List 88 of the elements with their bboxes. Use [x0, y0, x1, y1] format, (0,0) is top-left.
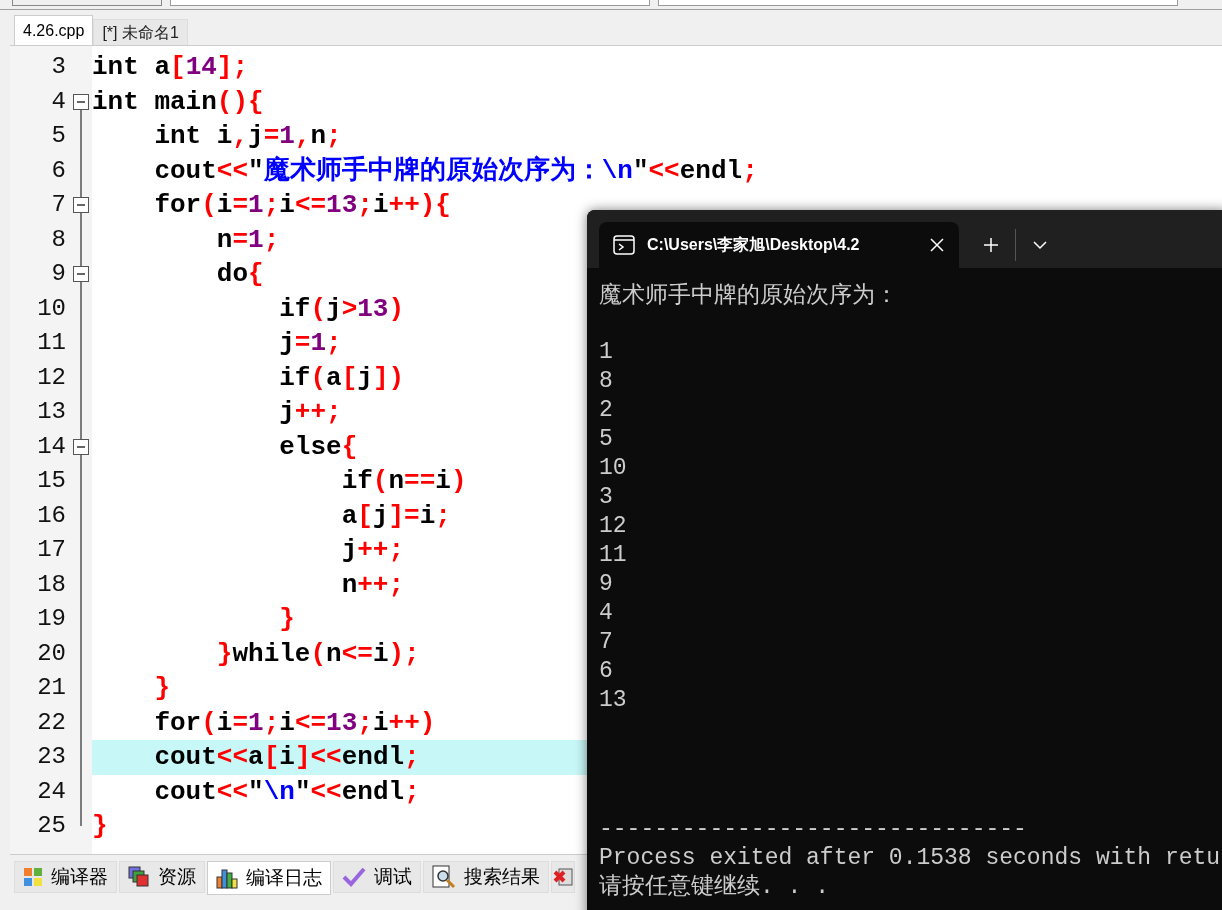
console-output-line: 13 — [599, 686, 628, 715]
fold-toggle-icon[interactable] — [73, 438, 89, 455]
line-number: 10 — [36, 293, 66, 324]
console-output-line: 1 — [599, 338, 614, 367]
code-line: cout<<"\n"<<endl; — [153, 778, 420, 805]
console-output-line: 4 — [599, 599, 614, 628]
code-line: j++; — [278, 399, 342, 426]
console-output-line: 6 — [599, 657, 614, 686]
line-number: 16 — [36, 500, 66, 531]
chevron-down-icon[interactable] — [1032, 240, 1048, 250]
code-line: if(n==i) — [340, 468, 467, 495]
console-output-line: 魔术师手中牌的原始次序为： — [599, 280, 899, 309]
code-line: n++; — [340, 571, 405, 598]
line-number: 8 — [50, 224, 66, 255]
editor-tab[interactable]: 4.26.cpp — [14, 15, 94, 45]
line-number: 14 — [36, 431, 66, 462]
line-number: 23 — [36, 742, 66, 773]
toolbar-field[interactable] — [170, 0, 650, 6]
panel-tab[interactable]: 调试 — [333, 861, 421, 893]
code-line: j++; — [340, 537, 405, 564]
line-number: 11 — [36, 328, 66, 359]
code-line: } — [92, 813, 108, 840]
checkmark-icon — [342, 867, 366, 887]
error-list-icon — [553, 867, 573, 887]
console-output-line: 7 — [599, 628, 614, 657]
code-line: for(i=1;i<=13;i++){ — [153, 192, 451, 219]
code-line: } — [278, 606, 295, 633]
line-number: 21 — [36, 673, 66, 704]
code-line: j=1; — [278, 330, 342, 357]
line-number: 19 — [36, 604, 66, 635]
line-number: 17 — [36, 535, 66, 566]
console-output-line: 5 — [599, 425, 614, 454]
line-number: 25 — [36, 811, 66, 842]
fold-toggle-icon[interactable] — [73, 197, 89, 214]
code-line: int i,j=1,n; — [153, 123, 342, 150]
code-line: } — [153, 675, 171, 702]
code-line: for(i=1;i<=13;i++) — [153, 709, 436, 736]
console-output-line: 3 — [599, 483, 614, 512]
console-output-line: 11 — [599, 541, 628, 570]
code-line: cout<<a[i]<<endl; — [153, 744, 420, 771]
console-output-line: 9 — [599, 570, 614, 599]
console-tab[interactable]: C:\Users\李家旭\Desktop\4.2 — [599, 222, 959, 268]
line-number: 9 — [50, 259, 66, 290]
line-number: 24 — [36, 776, 66, 807]
plus-icon[interactable] — [983, 237, 999, 253]
code-line: int main(){ — [92, 88, 264, 115]
code-line: else{ — [278, 433, 358, 460]
console-output-line: 请按任意键继续. . . — [599, 873, 830, 902]
line-number: 20 — [36, 638, 66, 669]
line-number: 6 — [50, 155, 66, 186]
close-icon[interactable] — [929, 237, 945, 253]
line-number: 15 — [36, 466, 66, 497]
line-number: 13 — [36, 397, 66, 428]
code-line: n=1; — [215, 226, 280, 253]
fold-toggle-icon[interactable] — [73, 93, 89, 110]
search-icon — [432, 865, 456, 889]
line-number: 7 — [50, 190, 66, 221]
terminal-icon — [613, 235, 635, 255]
console-output-line: 8 — [599, 367, 614, 396]
panel-tab[interactable] — [551, 861, 575, 893]
line-number: 12 — [36, 362, 66, 393]
panel-tab[interactable]: 搜索结果 — [423, 861, 549, 893]
code-line: if(j>13) — [278, 295, 405, 322]
code-line: }while(n<=i); — [215, 640, 420, 667]
console-output-line: 2 — [599, 396, 614, 425]
console-separator: ------------------------------- — [599, 815, 1028, 844]
fold-toggle-icon[interactable] — [73, 266, 89, 283]
line-number: 3 — [50, 52, 66, 83]
code-line: cout<<"魔术师手中牌的原始次序为：\n"<<endl; — [153, 157, 758, 184]
panel-tab[interactable]: 资源 — [119, 861, 205, 893]
code-line: a[j]=i; — [340, 502, 451, 529]
code-line: int a[14]; — [92, 54, 249, 81]
bar-chart-icon — [216, 867, 238, 889]
editor-tab[interactable]: [*] 未命名1 — [93, 19, 188, 45]
panel-tab[interactable]: 编译日志 — [207, 861, 331, 895]
line-number: 5 — [50, 121, 66, 152]
code-line: if(a[j]) — [278, 364, 405, 391]
line-number: 4 — [50, 86, 66, 117]
overlapping-squares-icon — [128, 866, 150, 888]
toolbar-field[interactable] — [658, 0, 1178, 6]
line-number: 18 — [36, 569, 66, 600]
console-tab-title: C:\Users\李家旭\Desktop\4.2 — [647, 235, 860, 255]
console-output-line: 10 — [599, 454, 628, 483]
grid-icon — [23, 867, 43, 887]
code-line: do{ — [215, 261, 264, 288]
panel-tab[interactable]: 编译器 — [14, 861, 117, 893]
console-output-line: 12 — [599, 512, 628, 541]
line-number: 22 — [36, 707, 66, 738]
